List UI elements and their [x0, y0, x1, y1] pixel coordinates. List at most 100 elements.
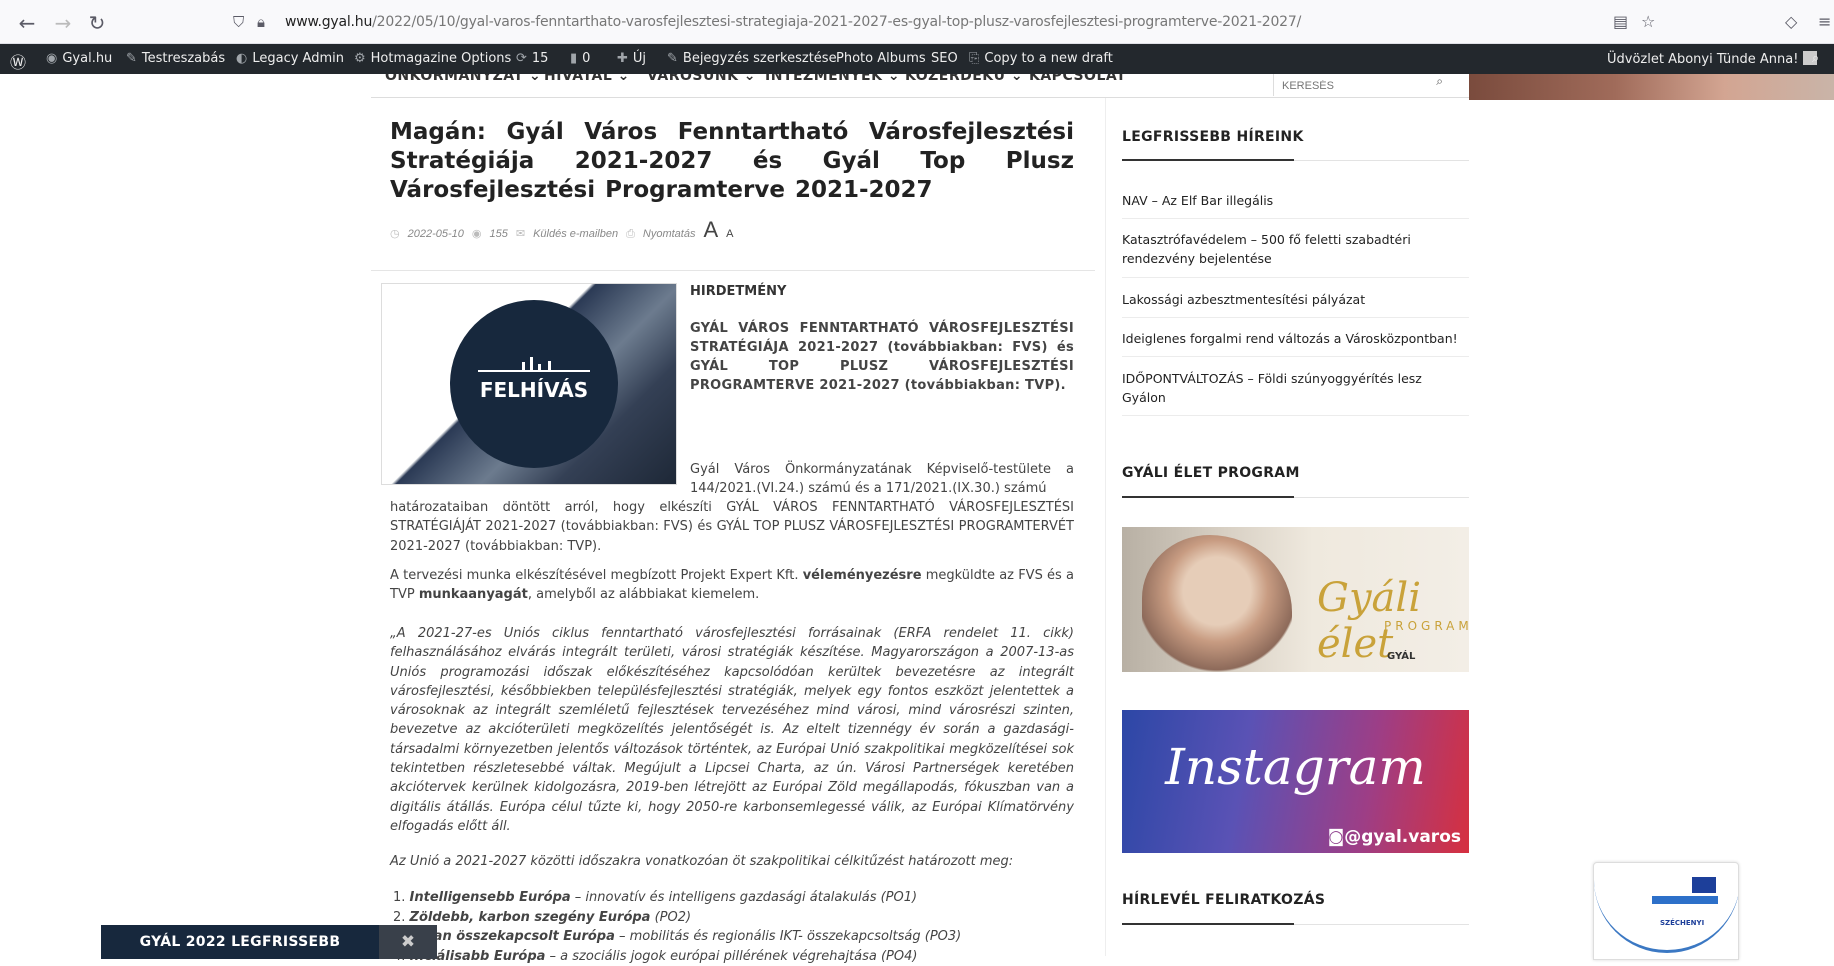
wp-admin-bar: Ⓦ ◉Gyal.hu ✎Testreszabás ◐Legacy Admin ⚙…: [0, 44, 1834, 74]
news-divider: [1122, 277, 1469, 278]
nav-item-onkormanyzat[interactable]: ÖNKORMÁNYZAT ⌄: [385, 74, 541, 84]
announcement-intro: GYÁL VÁROS FENNTARTHATÓ VÁROSFEJLESZTÉSI…: [690, 319, 1074, 395]
dashboard-icon: ◉: [46, 51, 57, 66]
photo-albums-link[interactable]: Photo Albums: [836, 51, 926, 66]
article-title: Magán: Gyál Város Fenntartható Városfejl…: [390, 118, 1074, 205]
eu-flag-icon: [1692, 877, 1716, 893]
nav-item-kozerdeku[interactable]: KÖZÉRDEKŰ ⌄: [905, 74, 1023, 84]
article-date: 2022-05-10: [408, 228, 464, 240]
legacy-admin-link[interactable]: ◐Legacy Admin: [236, 51, 344, 66]
widget-underline: [1122, 497, 1469, 498]
shield-icon[interactable]: ⛉: [233, 13, 244, 31]
new-link[interactable]: ✚Új: [617, 51, 646, 66]
copy-draft-link[interactable]: ⎘Copy to a new draft: [969, 51, 1113, 66]
forward-icon[interactable]: →: [50, 10, 76, 36]
badge-arc: [1594, 862, 1739, 953]
widget-underline: [1122, 924, 1469, 925]
instagram-banner[interactable]: Instagram ◙@gyal.varos: [1122, 710, 1469, 853]
paragraph-1a: Gyál Város Önkormányzatának Képviselő-te…: [690, 460, 1074, 499]
user-greeting[interactable]: Üdvözlet Abonyi Tünde Anna!: [1607, 51, 1817, 67]
hotmag-options-link[interactable]: ⚙Hotmagazine Options: [354, 51, 511, 66]
edit-post-link[interactable]: ✎Bejegyzés szerkesztése: [667, 51, 837, 66]
gyal-logo: GYÁL: [1387, 651, 1415, 662]
instagram-icon: ◙: [1328, 827, 1345, 847]
print-icon: ⎙: [626, 228, 635, 241]
latest-news-title: LEGFRISSEBB HÍREINK: [1122, 129, 1304, 145]
seo-link[interactable]: SEO: [931, 51, 958, 66]
list-item: 4. ...ciálisabb Európa – a szociális jog…: [393, 947, 1077, 966]
goals-list: 1. Intelligensebb Európa – innovatív és …: [393, 888, 1077, 966]
url-text[interactable]: www.gyal.hu/2022/05/10/gyal-varos-fennta…: [285, 14, 1301, 30]
article-header: Magán: Gyál Város Fenntartható Városfejl…: [390, 118, 1074, 243]
header-image: [1469, 74, 1834, 100]
email-link[interactable]: Küldés e-mailben: [533, 228, 618, 240]
gyali-elet-title: GYÁLI ÉLET PROGRAM: [1122, 465, 1300, 481]
back-icon[interactable]: ←: [14, 10, 40, 36]
close-icon[interactable]: ✖: [379, 925, 437, 959]
hug-photo: [1142, 535, 1292, 672]
list-item: 1. Intelligensebb Európa – innovatív és …: [393, 888, 1077, 908]
paragraph-2: A tervezési munka elkészítésével megbízo…: [390, 566, 1074, 605]
font-increase-button[interactable]: A: [703, 217, 718, 243]
image-circle: FELHÍVÁS: [450, 300, 618, 468]
paragraph-1b: határozataiban döntött arról, hogy elkés…: [390, 498, 1074, 556]
news-link-4[interactable]: Ideiglenes forgalmi rend változás a Váro…: [1122, 329, 1467, 348]
news-link-5[interactable]: IDŐPONTVÁLTOZÁS – Földi szúnyoggyérítés …: [1122, 369, 1467, 407]
bookmark-star-icon[interactable]: ☆: [1641, 12, 1655, 31]
gyali-elet-banner[interactable]: Gyáli élet PROGRAM GYÁL: [1122, 527, 1469, 672]
image-caption: FELHÍVÁS: [450, 378, 618, 402]
gear-icon: ⚙: [354, 51, 366, 66]
reload-icon[interactable]: ↻: [84, 10, 110, 36]
print-link[interactable]: Nyomtatás: [643, 228, 696, 240]
nav-item-kapcsolat[interactable]: KAPCSOLAT: [1029, 74, 1126, 84]
address-bar[interactable]: ⛉ 🔒︎ www.gyal.hu/2022/05/10/gyal-varos-f…: [225, 9, 1665, 37]
comments-link[interactable]: ▮0: [570, 51, 590, 66]
comment-icon: ▮: [570, 51, 577, 66]
wordpress-icon[interactable]: Ⓦ: [10, 49, 26, 73]
article-meta: ◷ 2022-05-10 ◉ 155 ✉ Küldés e-mailben ⎙ …: [390, 217, 1074, 243]
reader-view-icon[interactable]: ▤: [1613, 12, 1628, 31]
update-icon: ⟳: [516, 51, 527, 66]
news-divider: [1122, 317, 1469, 318]
union-line: Az Unió a 2021-2027 közötti időszakra vo…: [390, 852, 1074, 871]
search-icon[interactable]: ⌕: [1436, 74, 1443, 89]
news-link-3[interactable]: Lakossági azbesztmentesítési pályázat: [1122, 290, 1467, 309]
clock-icon: ◷: [390, 227, 400, 240]
bird-icon: ◐: [236, 51, 247, 66]
eye-icon: ◉: [472, 227, 482, 240]
badge-strip: [1652, 896, 1718, 904]
browser-toolbar: ← → ↻ ⛉ 🔒︎ www.gyal.hu/2022/05/10/gyal-v…: [0, 0, 1834, 44]
news-divider: [1122, 218, 1469, 219]
nav-item-intezmenyek[interactable]: INTÉZMÉNYEK ⌄: [765, 74, 900, 84]
mail-icon: ✉: [516, 227, 525, 240]
instagram-handle: ◙@gyal.varos: [1328, 827, 1461, 847]
pocket-icon[interactable]: ◇: [1785, 12, 1797, 31]
article-image: FELHÍVÁS: [381, 283, 677, 485]
search-icon[interactable]: ⌕: [1812, 51, 1819, 66]
latest-news-ticker-button[interactable]: GYÁL 2022 LEGFRISSEBB: [101, 925, 379, 959]
news-divider: [1122, 415, 1469, 416]
nav-item-hivatal[interactable]: HIVATAL ⌄: [544, 74, 630, 84]
news-link-1[interactable]: NAV – Az Elf Bar illegális: [1122, 191, 1467, 210]
search-input[interactable]: [1282, 80, 1412, 92]
site-search: ⌕: [1273, 74, 1453, 96]
gyali-program-label: PROGRAM: [1384, 619, 1469, 633]
menu-icon[interactable]: ≡: [1818, 12, 1831, 31]
news-divider: [1122, 356, 1469, 357]
divider: [371, 270, 1095, 271]
list-item: 2. Zöldebb, karbon szegény Európa (PO2): [393, 908, 1077, 928]
brush-icon: ✎: [126, 51, 137, 66]
customize-link[interactable]: ✎Testreszabás: [126, 51, 225, 66]
szechenyi-badge[interactable]: SZÉCHENYI: [1593, 862, 1739, 960]
newsletter-title: HÍRLEVÉL FELIRATKOZÁS: [1122, 892, 1325, 908]
font-decrease-button[interactable]: A: [726, 228, 733, 240]
lock-icon[interactable]: 🔒︎: [257, 13, 265, 31]
nav-item-varosunk[interactable]: VÁROSUNK ⌄: [647, 74, 756, 84]
news-link-2[interactable]: Katasztrófavédelem – 500 fő feletti szab…: [1122, 230, 1467, 268]
instagram-wordmark: Instagram: [1122, 738, 1469, 796]
skyline-icon: [478, 358, 590, 372]
updates-link[interactable]: ⟳15: [516, 51, 548, 66]
plus-icon: ✚: [617, 51, 628, 66]
announcement-heading: HIRDETMÉNY: [690, 284, 786, 299]
site-link[interactable]: ◉Gyal.hu: [46, 51, 112, 66]
